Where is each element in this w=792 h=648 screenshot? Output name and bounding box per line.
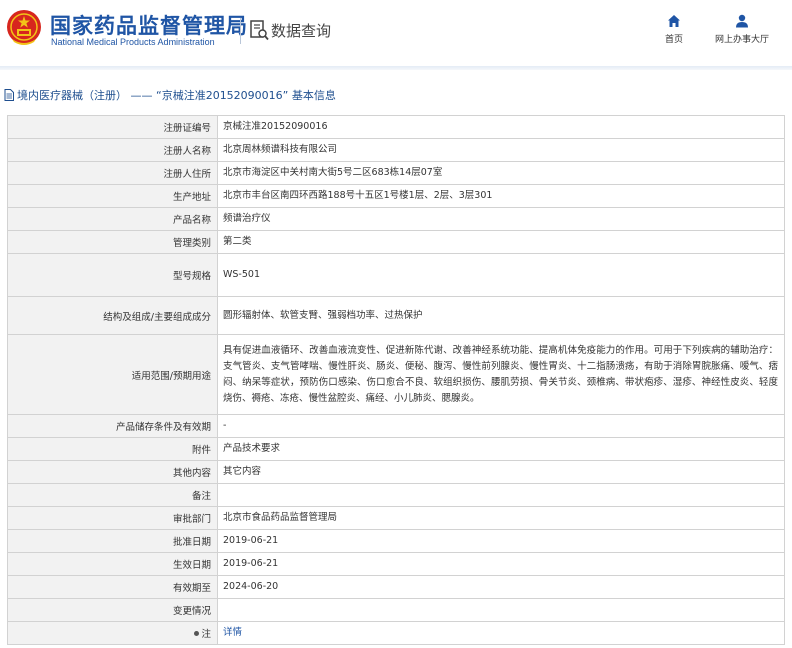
nav-service-hall-link[interactable]: 网上办事大厅 xyxy=(706,14,778,45)
table-row: 注册人名称 北京周林频谱科技有限公司 xyxy=(7,138,785,162)
field-value: 频谱治疗仪 xyxy=(217,207,785,231)
user-icon xyxy=(736,14,748,28)
field-label: 注册证编号 xyxy=(7,115,218,139)
table-row: 管理类别 第二类 xyxy=(7,230,785,254)
bullet-icon xyxy=(194,630,200,636)
table-row: 适用范围/预期用途 具有促进血液循环、改善血液流变性、促进新陈代谢、改善神经系统… xyxy=(7,334,785,415)
field-label: 其他内容 xyxy=(7,460,218,484)
field-label: 审批部门 xyxy=(7,506,218,530)
table-row: 审批部门 北京市食品药品监督管理局 xyxy=(7,506,785,530)
field-value: 北京市食品药品监督管理局 xyxy=(217,506,785,530)
field-label: 附件 xyxy=(7,437,218,461)
device-info-table: 注册证编号 京械注准20152090016 注册人名称 北京周林频谱科技有限公司… xyxy=(7,115,785,645)
field-label: 有效期至 xyxy=(7,575,218,599)
nav-service-hall-label: 网上办事大厅 xyxy=(714,35,769,45)
home-icon xyxy=(668,15,680,27)
field-value: WS-501 xyxy=(217,253,785,297)
field-value: 2024-06-20 xyxy=(217,575,785,599)
table-row: 注册证编号 京械注准20152090016 xyxy=(7,115,785,139)
field-label: 型号规格 xyxy=(7,253,218,297)
table-row: 变更情况 xyxy=(7,598,785,622)
field-value: 产品技术要求 xyxy=(217,437,785,461)
table-row: 备注 xyxy=(7,483,785,507)
table-row: 附件 产品技术要求 xyxy=(7,437,785,461)
field-value xyxy=(217,598,785,622)
national-emblem-icon xyxy=(7,10,41,45)
document-search-icon xyxy=(250,20,269,41)
field-label: 批准日期 xyxy=(7,529,218,553)
field-value: - xyxy=(217,414,785,438)
field-label: 结构及组成/主要组成成分 xyxy=(7,296,218,335)
table-row: 产品储存条件及有效期 - xyxy=(7,414,785,438)
document-icon xyxy=(4,89,14,101)
table-row: 有效期至 2024-06-20 xyxy=(7,575,785,599)
field-value: 京械注准20152090016 xyxy=(217,115,785,139)
field-value: 圆形辐射体、软管支臂、强弱档功率、过热保护 xyxy=(217,296,785,335)
field-label: 注册人名称 xyxy=(7,138,218,162)
header-divider xyxy=(240,18,241,44)
field-label: 产品储存条件及有效期 xyxy=(7,414,218,438)
table-row: 其他内容 其它内容 xyxy=(7,460,785,484)
field-label: 产品名称 xyxy=(7,207,218,231)
details-link[interactable]: 详情 xyxy=(223,627,242,638)
header-divider-bar xyxy=(0,66,792,70)
field-value: 第二类 xyxy=(217,230,785,254)
table-row: 结构及组成/主要组成成分 圆形辐射体、软管支臂、强弱档功率、过热保护 xyxy=(7,296,785,335)
table-row: 生效日期 2019-06-21 xyxy=(7,552,785,576)
table-row: 产品名称 频谱治疗仪 xyxy=(7,207,785,231)
data-query-title: 数据查询 xyxy=(271,22,332,40)
note-label-cell: 注 xyxy=(7,621,218,645)
site-title-cn: 国家药品监督管理局 xyxy=(50,14,248,38)
field-label: 生效日期 xyxy=(7,552,218,576)
field-value: 具有促进血液循环、改善血液流变性、促进新陈代谢、改善神经系统功能、提高机体免疫能… xyxy=(217,334,785,415)
field-label: 注册人住所 xyxy=(7,161,218,185)
field-value xyxy=(217,483,785,507)
field-label: 备注 xyxy=(7,483,218,507)
table-row: 生产地址 北京市丰台区南四环西路188号十五区1号楼1层、2层、3层301 xyxy=(7,184,785,208)
field-value: 北京市海淀区中关村南大街5号二区683栋14层07室 xyxy=(217,161,785,185)
table-row: 批准日期 2019-06-21 xyxy=(7,529,785,553)
table-row: 型号规格 WS-501 xyxy=(7,253,785,297)
field-value: 北京周林频谱科技有限公司 xyxy=(217,138,785,162)
note-value-cell: 详情 xyxy=(217,621,785,645)
field-label: 管理类别 xyxy=(7,230,218,254)
field-value: 其它内容 xyxy=(217,460,785,484)
field-label: 生产地址 xyxy=(7,184,218,208)
field-value: 2019-06-21 xyxy=(217,529,785,553)
nav-home-label: 首页 xyxy=(664,35,683,45)
section-title: 境内医疗器械（注册） —— “京械注准20152090016” 基本信息 xyxy=(0,86,792,104)
field-label: 适用范围/预期用途 xyxy=(7,334,218,415)
section-title-text: 境内医疗器械（注册） —— “京械注准20152090016” 基本信息 xyxy=(17,89,336,102)
field-value: 2019-06-21 xyxy=(217,552,785,576)
table-row: 注 详情 xyxy=(7,621,785,645)
field-value: 北京市丰台区南四环西路188号十五区1号楼1层、2层、3层301 xyxy=(217,184,785,208)
site-header: 国家药品监督管理局 National Medical Products Admi… xyxy=(0,0,792,66)
nav-home-link[interactable]: 首页 xyxy=(656,14,692,45)
site-title-en: National Medical Products Administration xyxy=(51,37,215,47)
field-label: 变更情况 xyxy=(7,598,218,622)
table-row: 注册人住所 北京市海淀区中关村南大街5号二区683栋14层07室 xyxy=(7,161,785,185)
field-label: 注 xyxy=(201,629,211,640)
